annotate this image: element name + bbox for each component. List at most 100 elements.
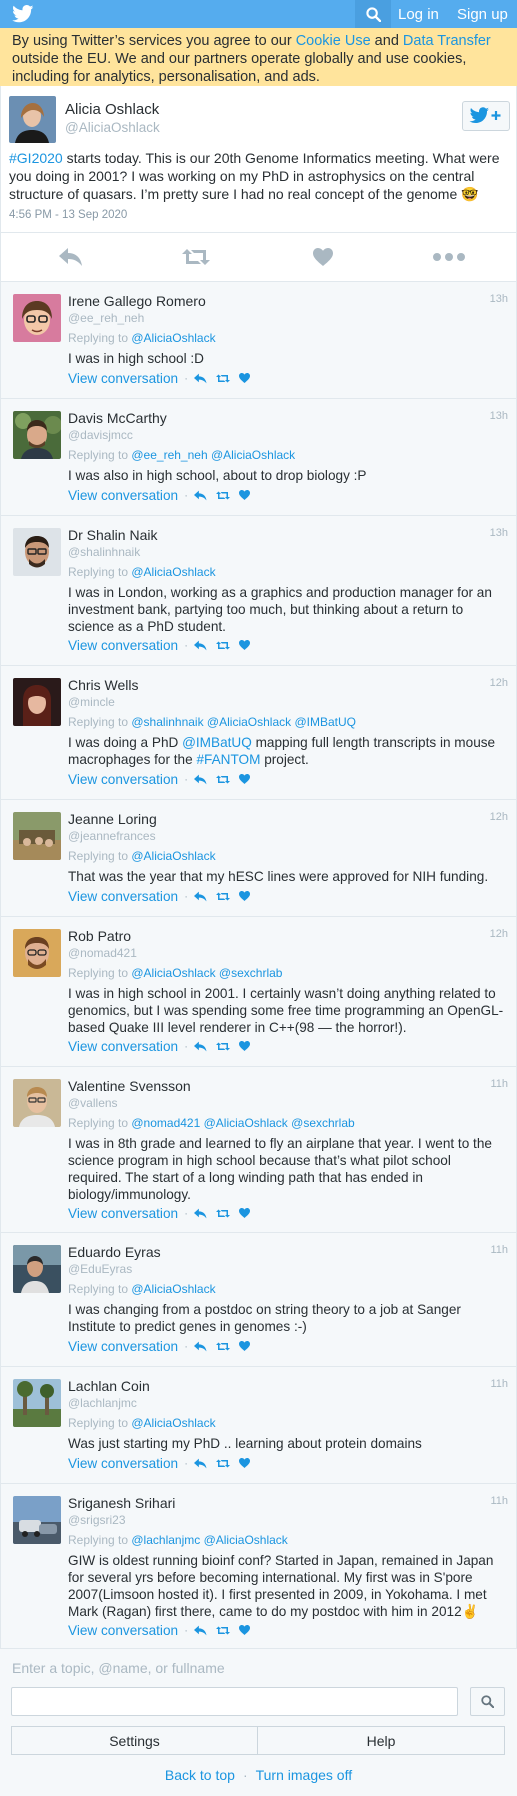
- reply-timestamp[interactable]: 12h: [490, 928, 508, 940]
- replying-to-link[interactable]: @AliciaOshlack: [131, 331, 215, 345]
- reply-tweet[interactable]: Sriganesh Srihari @srigsri23 11h Replyin…: [0, 1483, 517, 1648]
- retweet-icon[interactable]: [181, 245, 211, 269]
- back-to-top-link[interactable]: Back to top: [165, 1767, 235, 1783]
- reply-icon[interactable]: [194, 1341, 207, 1352]
- search-submit-button[interactable]: [470, 1687, 505, 1716]
- avatar[interactable]: [9, 96, 56, 143]
- retweet-icon[interactable]: [216, 1341, 231, 1352]
- reply-author-handle[interactable]: @ee_reh_neh: [68, 311, 144, 325]
- reply-tweet[interactable]: Davis McCarthy @davisjmcc 13h Replying t…: [0, 398, 517, 515]
- avatar[interactable]: [13, 1496, 61, 1544]
- reply-author-name[interactable]: Davis McCarthy: [68, 410, 167, 426]
- reply-author-name[interactable]: Rob Patro: [68, 928, 131, 944]
- view-conversation-link[interactable]: View conversation: [68, 638, 178, 653]
- search-input[interactable]: [11, 1687, 458, 1716]
- reply-author-name[interactable]: Irene Gallego Romero: [68, 293, 206, 309]
- view-conversation-link[interactable]: View conversation: [68, 1623, 178, 1638]
- reply-author-handle[interactable]: @lachlanjmc: [68, 1396, 137, 1410]
- cookie-use-link[interactable]: Cookie Use: [296, 33, 371, 49]
- view-conversation-link[interactable]: View conversation: [68, 371, 178, 386]
- reply-author-handle[interactable]: @davisjmcc: [68, 428, 133, 442]
- login-link[interactable]: Log in: [398, 6, 439, 23]
- reply-icon[interactable]: [194, 373, 207, 384]
- reply-tweet[interactable]: Chris Wells @mincle 12h Replying to @sha…: [0, 665, 517, 799]
- retweet-icon[interactable]: [216, 373, 231, 384]
- like-icon[interactable]: [239, 640, 251, 650]
- signup-link[interactable]: Sign up: [457, 6, 508, 23]
- view-conversation-link[interactable]: View conversation: [68, 488, 178, 503]
- like-icon[interactable]: [239, 774, 251, 784]
- like-icon[interactable]: [239, 490, 251, 500]
- replying-to-link[interactable]: @ee_reh_neh @AliciaOshlack: [131, 448, 295, 462]
- avatar[interactable]: [13, 929, 61, 977]
- reply-icon[interactable]: [194, 1625, 207, 1636]
- retweet-icon[interactable]: [216, 640, 231, 651]
- view-conversation-link[interactable]: View conversation: [68, 772, 178, 787]
- replying-to-link[interactable]: @lachlanjmc @AliciaOshlack: [131, 1533, 287, 1547]
- reply-icon[interactable]: [194, 1041, 207, 1052]
- help-button[interactable]: Help: [258, 1726, 505, 1755]
- data-transfer-link[interactable]: Data Transfer: [403, 33, 491, 49]
- reply-tweet[interactable]: Valentine Svensson @vallens 11h Replying…: [0, 1066, 517, 1232]
- view-conversation-link[interactable]: View conversation: [68, 1206, 178, 1221]
- like-icon[interactable]: [239, 1625, 251, 1635]
- retweet-icon[interactable]: [216, 1625, 231, 1636]
- reply-icon[interactable]: [194, 1458, 207, 1469]
- view-conversation-link[interactable]: View conversation: [68, 1339, 178, 1354]
- reply-timestamp[interactable]: 11h: [490, 1378, 508, 1390]
- author-name[interactable]: Alicia Oshlack: [65, 101, 159, 118]
- like-icon[interactable]: [239, 1341, 251, 1351]
- reply-timestamp[interactable]: 13h: [490, 293, 508, 305]
- reply-author-handle[interactable]: @vallens: [68, 1096, 118, 1110]
- reply-author-handle[interactable]: @jeannefrances: [68, 829, 156, 843]
- replying-to-link[interactable]: @AliciaOshlack @sexchrlab: [131, 966, 282, 980]
- reply-icon[interactable]: [194, 640, 207, 651]
- reply-timestamp[interactable]: 11h: [490, 1495, 508, 1507]
- reply-author-name[interactable]: Jeanne Loring: [68, 811, 157, 827]
- like-icon[interactable]: [239, 1041, 251, 1051]
- reply-author-name[interactable]: Dr Shalin Naik: [68, 527, 157, 543]
- reply-author-name[interactable]: Chris Wells: [68, 677, 139, 693]
- search-button[interactable]: [355, 0, 391, 28]
- reply-author-handle[interactable]: @EduEyras: [68, 1262, 132, 1276]
- reply-tweet[interactable]: Dr Shalin Naik @shalinhnaik 13h Replying…: [0, 515, 517, 665]
- replying-to-link[interactable]: @shalinhnaik @AliciaOshlack @IMBatUQ: [131, 715, 356, 729]
- retweet-icon[interactable]: [216, 1458, 231, 1469]
- avatar[interactable]: [13, 1379, 61, 1427]
- author-handle[interactable]: @AliciaOshlack: [65, 120, 160, 135]
- reply-icon[interactable]: [194, 891, 207, 902]
- reply-timestamp[interactable]: 12h: [490, 811, 508, 823]
- reply-tweet[interactable]: Irene Gallego Romero @ee_reh_neh 13h Rep…: [0, 281, 517, 398]
- replying-to-link[interactable]: @AliciaOshlack: [131, 1282, 215, 1296]
- avatar[interactable]: [13, 294, 61, 342]
- reply-timestamp[interactable]: 13h: [490, 410, 508, 422]
- reply-tweet[interactable]: Jeanne Loring @jeannefrances 12h Replyin…: [0, 799, 517, 916]
- reply-icon[interactable]: [194, 1208, 207, 1219]
- reply-icon[interactable]: [194, 490, 207, 501]
- view-conversation-link[interactable]: View conversation: [68, 1039, 178, 1054]
- like-icon[interactable]: [239, 891, 251, 901]
- hashtag-link[interactable]: #GI2020: [9, 150, 63, 166]
- reply-author-name[interactable]: Valentine Svensson: [68, 1078, 191, 1094]
- reply-author-handle[interactable]: @mincle: [68, 695, 115, 709]
- retweet-icon[interactable]: [216, 490, 231, 501]
- like-icon[interactable]: [239, 1458, 251, 1468]
- reply-tweet[interactable]: Eduardo Eyras @EduEyras 11h Replying to …: [0, 1232, 517, 1366]
- retweet-icon[interactable]: [216, 774, 231, 785]
- turn-images-off-link[interactable]: Turn images off: [256, 1767, 353, 1783]
- reply-timestamp[interactable]: 11h: [490, 1244, 508, 1256]
- reply-author-handle[interactable]: @nomad421: [68, 946, 137, 960]
- reply-timestamp[interactable]: 11h: [490, 1078, 508, 1090]
- reply-author-handle[interactable]: @srigsri23: [68, 1513, 126, 1527]
- reply-tweet[interactable]: Rob Patro @nomad421 12h Replying to @Ali…: [0, 916, 517, 1066]
- avatar[interactable]: [13, 1079, 61, 1127]
- reply-author-name[interactable]: Sriganesh Srihari: [68, 1495, 175, 1511]
- replying-to-link[interactable]: @nomad421 @AliciaOshlack @sexchrlab: [131, 1116, 354, 1130]
- reply-author-name[interactable]: Lachlan Coin: [68, 1378, 150, 1394]
- mention-link[interactable]: @IMBatUQ: [182, 735, 252, 750]
- replying-to-link[interactable]: @AliciaOshlack: [131, 565, 215, 579]
- more-icon[interactable]: [431, 245, 467, 269]
- view-conversation-link[interactable]: View conversation: [68, 1456, 178, 1471]
- retweet-icon[interactable]: [216, 891, 231, 902]
- avatar[interactable]: [13, 812, 61, 860]
